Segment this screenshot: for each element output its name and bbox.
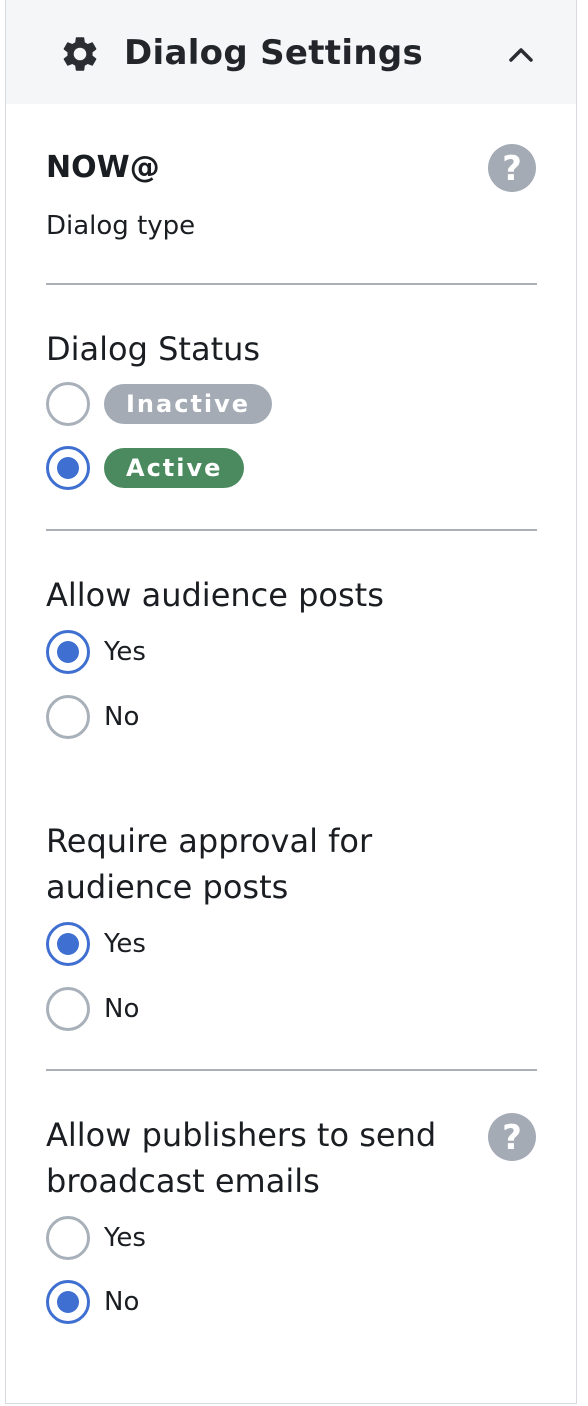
header-title: Dialog Settings	[124, 33, 423, 73]
status-option-inactive[interactable]: Inactive	[46, 381, 273, 427]
status-option-active[interactable]: Active	[46, 445, 245, 491]
broadcast-title-line1: Allow publishers to send	[46, 1116, 437, 1154]
help-icon[interactable]: ?	[487, 143, 537, 193]
approval-no[interactable]: No	[46, 986, 139, 1032]
divider	[46, 529, 537, 531]
dialog-status-title: Dialog Status	[46, 330, 261, 368]
dialog-settings-panel: Dialog Settings NOW@ ? Dialog type Dialo…	[5, 0, 577, 1404]
radio-label: Yes	[104, 1223, 146, 1253]
audience-posts-yes[interactable]: Yes	[46, 629, 146, 675]
divider	[46, 283, 537, 285]
radio-broadcast-no[interactable]	[46, 1280, 90, 1324]
active-badge: Active	[104, 448, 245, 488]
radio-label: No	[104, 994, 140, 1024]
radio-audience-yes[interactable]	[46, 630, 90, 674]
chevron-up-icon[interactable]	[505, 40, 537, 68]
approval-title-line2: audience posts	[46, 868, 289, 906]
radio-label: Yes	[104, 637, 146, 667]
broadcast-no[interactable]: No	[46, 1279, 139, 1325]
radio-label: No	[104, 702, 140, 732]
gear-icon	[63, 37, 97, 71]
dialog-name: NOW@	[46, 150, 160, 185]
inactive-badge: Inactive	[104, 384, 273, 424]
divider	[46, 1069, 537, 1071]
radio-approval-yes[interactable]	[46, 922, 90, 966]
radio-active[interactable]	[46, 446, 90, 490]
svg-text:?: ?	[502, 1118, 522, 1158]
approval-title-line1: Require approval for	[46, 822, 373, 860]
radio-label: Yes	[104, 929, 146, 959]
settings-header[interactable]: Dialog Settings	[6, 0, 576, 104]
svg-text:?: ?	[502, 149, 522, 189]
audience-posts-no[interactable]: No	[46, 694, 139, 740]
approval-yes[interactable]: Yes	[46, 921, 146, 967]
broadcast-yes[interactable]: Yes	[46, 1215, 146, 1261]
help-icon[interactable]: ?	[487, 1112, 537, 1162]
radio-inactive[interactable]	[46, 382, 90, 426]
radio-broadcast-yes[interactable]	[46, 1216, 90, 1260]
audience-posts-title: Allow audience posts	[46, 576, 384, 614]
broadcast-title-line2: broadcast emails	[46, 1162, 320, 1200]
radio-label: No	[104, 1287, 140, 1317]
radio-audience-no[interactable]	[46, 695, 90, 739]
dialog-type-label: Dialog type	[46, 211, 196, 241]
radio-approval-no[interactable]	[46, 987, 90, 1031]
